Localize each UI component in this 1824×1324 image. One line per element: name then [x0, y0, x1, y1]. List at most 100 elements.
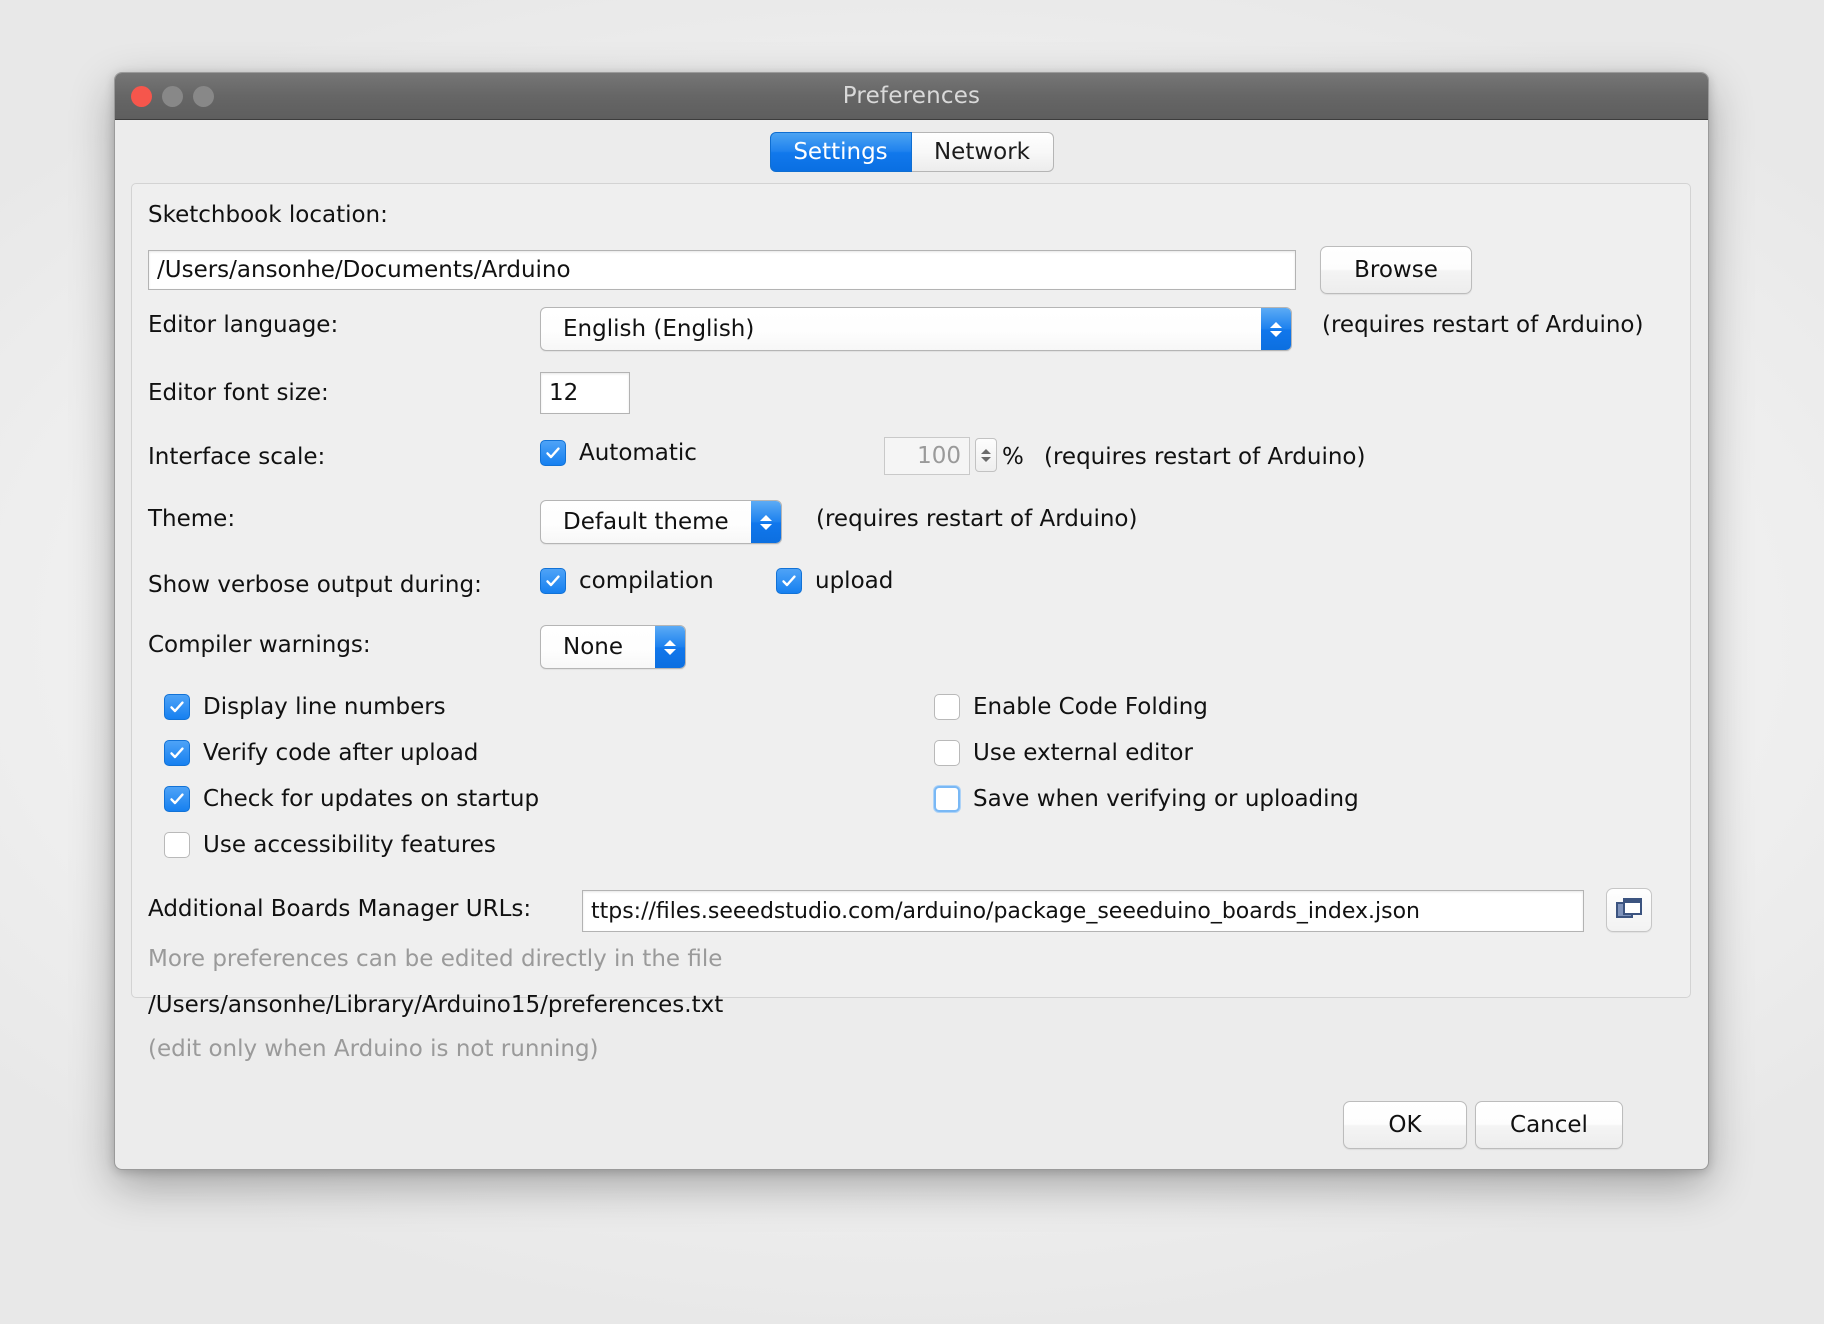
browse-button-label: Browse [1354, 257, 1438, 283]
browse-button[interactable]: Browse [1320, 246, 1472, 294]
interface-scale-percent-input[interactable]: 100 [884, 437, 970, 475]
sketchbook-location-input[interactable]: /Users/ansonhe/Documents/Arduino [148, 250, 1296, 290]
tab-bar: Settings Network [115, 120, 1708, 172]
interface-scale-row: Interface scale: [148, 444, 325, 470]
editor-language-label: Editor language: [148, 312, 339, 338]
interface-scale-percent-symbol: % [1002, 444, 1024, 470]
boards-manager-urls-input[interactable]: ttps://files.seeedstudio.com/arduino/pac… [582, 890, 1584, 932]
minimize-window-button[interactable] [162, 85, 183, 107]
check-for-updates-checkbox[interactable] [164, 786, 190, 812]
interface-scale-automatic-checkbox[interactable] [540, 440, 566, 466]
enable-code-folding-checkbox[interactable] [934, 694, 960, 720]
editor-font-size-row: Editor font size: [148, 380, 329, 406]
use-external-editor-item[interactable]: Use external editor [934, 740, 1193, 766]
use-accessibility-features-label: Use accessibility features [203, 832, 496, 858]
stepper-up-icon[interactable] [981, 448, 991, 454]
tab-network-label: Network [933, 139, 1031, 165]
cancel-button[interactable]: Cancel [1475, 1101, 1623, 1149]
theme-note: (requires restart of Arduino) [816, 506, 1137, 532]
settings-panel: Sketchbook location: /Users/ansonhe/Docu… [131, 183, 1691, 1062]
editor-language-note-text: (requires restart of Arduino) [1322, 312, 1644, 338]
interface-scale-automatic-checkbox-item[interactable]: Automatic [540, 440, 697, 466]
editor-font-size-value: 12 [549, 380, 579, 406]
boards-manager-label: Additional Boards Manager URLs: [148, 896, 532, 922]
tab-network[interactable]: Network [911, 132, 1054, 172]
sketchbook-location-row: Sketchbook location: [148, 202, 388, 228]
compiler-warnings-select[interactable]: None [540, 625, 686, 669]
theme-row: Theme: [148, 506, 235, 532]
use-accessibility-features-checkbox[interactable] [164, 832, 190, 858]
verbose-output-label: Show verbose output during: [148, 572, 482, 598]
open-urls-window-button[interactable] [1606, 888, 1652, 932]
save-when-verifying-label: Save when verifying or uploading [973, 786, 1359, 812]
verbose-compilation-checkbox-item[interactable]: compilation [540, 568, 714, 594]
chevron-updown-icon [655, 626, 685, 668]
compiler-warnings-value: None [563, 634, 624, 660]
verbose-upload-label: upload [815, 568, 894, 594]
use-accessibility-features-item[interactable]: Use accessibility features [164, 832, 496, 858]
footnote-line-3-text: (edit only when Arduino is not running) [148, 1036, 599, 1062]
use-external-editor-checkbox[interactable] [934, 740, 960, 766]
cancel-button-label: Cancel [1510, 1112, 1588, 1138]
save-when-verifying-item[interactable]: Save when verifying or uploading [934, 786, 1359, 812]
interface-scale-note: (requires restart of Arduino) [1044, 444, 1365, 470]
footnote-line-2-text: /Users/ansonhe/Library/Arduino15/prefere… [148, 992, 724, 1018]
preferences-window: Preferences Settings Network Sketchbook … [114, 72, 1709, 1170]
theme-note-text: (requires restart of Arduino) [816, 506, 1138, 532]
save-when-verifying-checkbox[interactable] [934, 786, 960, 812]
interface-scale-note-text: (requires restart of Arduino) [1044, 444, 1366, 470]
percent-symbol-text: % [1002, 444, 1024, 470]
editor-language-row: Editor language: [148, 312, 338, 338]
theme-select[interactable]: Default theme [540, 500, 782, 544]
dialog-footer: OK Cancel [115, 1077, 1708, 1169]
editor-font-size-label: Editor font size: [148, 380, 329, 406]
theme-value: Default theme [563, 509, 729, 535]
interface-scale-stepper[interactable] [975, 438, 997, 472]
verbose-output-row: Show verbose output during: [148, 572, 482, 598]
verbose-upload-checkbox[interactable] [776, 568, 802, 594]
window-title: Preferences [842, 83, 981, 109]
chevron-updown-icon [751, 501, 781, 543]
compiler-warnings-label: Compiler warnings: [148, 632, 371, 658]
enable-code-folding-label: Enable Code Folding [973, 694, 1208, 720]
boards-manager-urls-value: ttps://files.seeedstudio.com/arduino/pac… [591, 898, 1420, 924]
check-for-updates-item[interactable]: Check for updates on startup [164, 786, 539, 812]
editor-font-size-input[interactable]: 12 [540, 372, 630, 414]
compiler-warnings-row: Compiler warnings: [148, 632, 371, 658]
interface-scale-automatic-label: Automatic [579, 440, 697, 466]
close-window-button[interactable] [131, 85, 152, 107]
footnote-line-1: More preferences can be edited directly … [148, 946, 722, 972]
verify-code-after-upload-checkbox[interactable] [164, 740, 190, 766]
enable-code-folding-item[interactable]: Enable Code Folding [934, 694, 1208, 720]
display-line-numbers-item[interactable]: Display line numbers [164, 694, 446, 720]
window-titlebar: Preferences [115, 73, 1708, 120]
chevron-updown-icon [1261, 308, 1291, 350]
window-controls [131, 73, 214, 119]
stepper-down-icon[interactable] [981, 456, 991, 462]
interface-scale-label: Interface scale: [148, 444, 326, 470]
zoom-window-button[interactable] [193, 85, 214, 107]
ok-button[interactable]: OK [1343, 1101, 1467, 1149]
footnote-line-1-text: More preferences can be edited directly … [148, 946, 723, 972]
editor-language-select[interactable]: English (English) [540, 307, 1292, 351]
interface-scale-percent-value: 100 [917, 443, 961, 469]
verify-code-after-upload-item[interactable]: Verify code after upload [164, 740, 478, 766]
editor-language-note: (requires restart of Arduino) [1322, 312, 1643, 338]
ok-button-label: OK [1388, 1112, 1422, 1138]
footnote-line-3: (edit only when Arduino is not running) [148, 1036, 599, 1062]
verify-code-after-upload-label: Verify code after upload [203, 740, 479, 766]
verbose-compilation-checkbox[interactable] [540, 568, 566, 594]
tab-settings-label: Settings [793, 139, 888, 165]
verbose-upload-checkbox-item[interactable]: upload [776, 568, 893, 594]
display-line-numbers-label: Display line numbers [203, 694, 446, 720]
boards-manager-row: Additional Boards Manager URLs: [148, 896, 531, 922]
sketchbook-location-value: /Users/ansonhe/Documents/Arduino [157, 257, 571, 283]
sketchbook-location-label: Sketchbook location: [148, 202, 388, 228]
theme-label: Theme: [148, 506, 236, 532]
use-external-editor-label: Use external editor [973, 740, 1193, 766]
verbose-compilation-label: compilation [579, 568, 714, 594]
windows-cascade-icon [1616, 898, 1642, 918]
display-line-numbers-checkbox[interactable] [164, 694, 190, 720]
editor-language-value: English (English) [563, 316, 755, 342]
tab-settings[interactable]: Settings [769, 132, 912, 172]
